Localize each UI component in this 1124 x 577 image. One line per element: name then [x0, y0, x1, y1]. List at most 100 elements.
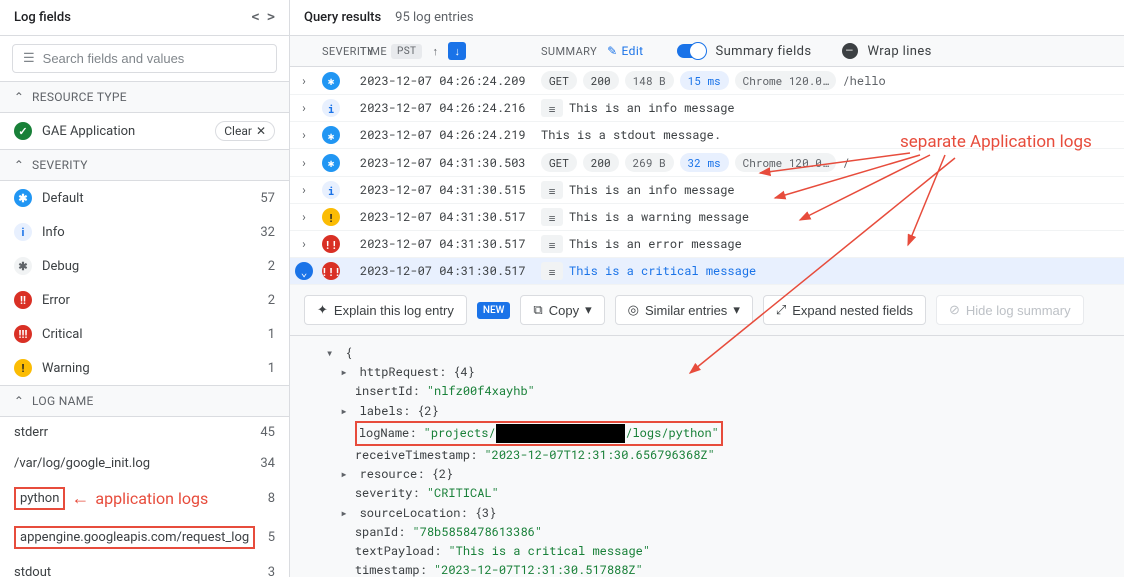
latency-pill: 15 ms [680, 71, 729, 90]
expand-icon[interactable]: › [300, 73, 307, 89]
expand-icon[interactable]: › [300, 236, 307, 252]
severity-item[interactable]: iInfo32 [0, 215, 289, 249]
message-text: This is a warning message [569, 209, 749, 225]
log-row[interactable]: › ✱ 2023-12-07 04:26:24.219 This is a stdou… [290, 122, 1124, 149]
logname-item[interactable]: python ← application logs8 [0, 479, 289, 518]
message-icon: ≡ [541, 99, 563, 117]
timestamp: 2023-12-07 04:26:24.209 [360, 73, 535, 89]
status-pill: 200 [583, 71, 619, 90]
summary-fields-toggle[interactable] [677, 44, 705, 58]
log-row[interactable]: ›i2023-12-07 04:31:30.515≡This is an inf… [290, 177, 1124, 204]
status-pill: 200 [583, 153, 619, 172]
section-resource-type[interactable]: ⌃ RESOURCE TYPE [0, 81, 289, 113]
expand-icon[interactable]: › [300, 182, 307, 198]
severity-item[interactable]: !!Error2 [0, 283, 289, 317]
timestamp: 2023-12-07 04:31:30.517 [360, 263, 535, 279]
log-row[interactable]: ›!!2023-12-07 04:31:30.517≡This is an er… [290, 231, 1124, 258]
clear-button[interactable]: Clear ✕ [215, 121, 275, 141]
message-icon: ≡ [541, 262, 563, 280]
wrap-lines-toggle[interactable]: — [842, 43, 858, 59]
message-text: This is an info message [569, 182, 735, 198]
caret-icon[interactable]: ▸ [340, 363, 352, 382]
log-row[interactable]: ›✱2023-12-07 04:31:30.503GET200269 B32 m… [290, 149, 1124, 177]
annotation-app-logs: application logs [95, 489, 208, 508]
logname-item[interactable]: appengine.googleapis.com/request_log5 [0, 518, 289, 557]
search-box[interactable]: ☰ [12, 44, 277, 73]
hide-summary-button[interactable]: ⊘Hide log summary [936, 295, 1084, 325]
sparkle-icon: ✦ [317, 302, 328, 318]
severity-item[interactable]: !Warning1 [0, 351, 289, 385]
col-time[interactable]: TIME PST ↑ ↓ [360, 42, 535, 60]
message-icon: ≡ [541, 235, 563, 253]
sort-desc-button[interactable]: ↓ [448, 42, 466, 60]
message-icon: ≡ [541, 181, 563, 199]
edit-button[interactable]: ✎Edit [607, 44, 643, 58]
expand-icon[interactable]: › [300, 155, 307, 171]
message-text: This is an info message [569, 100, 735, 116]
severity-item[interactable]: ✱Debug2 [0, 249, 289, 283]
collapse-icon[interactable]: ⌄ [295, 262, 313, 280]
expand-icon[interactable]: › [300, 209, 307, 225]
logname-item[interactable]: stderr45 [0, 417, 289, 448]
expand-icon: ⤢ [776, 302, 786, 318]
copy-button[interactable]: ⧉Copy ▾ [520, 295, 604, 325]
severity-icon: !!! [322, 262, 340, 280]
timestamp: 2023-12-07 04:31:30.517 [360, 209, 535, 225]
severity-icon: ✱ [14, 257, 32, 275]
results-header: Query results 95 log entries [290, 0, 1124, 36]
severity-icon: ✱ [322, 72, 340, 90]
highlighted-logname: python [14, 487, 65, 510]
log-row[interactable]: ›!2023-12-07 04:31:30.517≡This is a warn… [290, 204, 1124, 231]
timezone-badge: PST [391, 44, 422, 59]
severity-icon: !!! [14, 325, 32, 343]
eye-off-icon: ⊘ [949, 302, 960, 318]
expand-icon[interactable]: › [300, 127, 307, 143]
explain-button[interactable]: ✦Explain this log entry [304, 295, 467, 325]
severity-icon: !! [322, 235, 340, 253]
columns-header: SEVERITY TIME PST ↑ ↓ SUMMARY ✎Edit Summ… [290, 36, 1124, 67]
code-icon[interactable]: < > [252, 10, 275, 25]
url-text: /hello [842, 73, 885, 89]
similar-entries-button[interactable]: ◎Similar entries ▾ [615, 295, 753, 325]
agent-pill: Chrome 120.0… [735, 71, 837, 90]
severity-item[interactable]: !!!Critical1 [0, 317, 289, 351]
timestamp: 2023-12-07 04:26:24.219 [360, 127, 535, 143]
section-log-name[interactable]: ⌃ LOG NAME [0, 385, 289, 417]
timestamp: 2023-12-07 04:26:24.216 [360, 100, 535, 116]
logname-item[interactable]: /var/log/google_init.log34 [0, 448, 289, 479]
search-input[interactable] [43, 51, 266, 66]
close-icon: ✕ [256, 124, 266, 138]
log-row[interactable]: ›i2023-12-07 04:26:24.216≡This is an inf… [290, 95, 1124, 122]
expand-fields-button[interactable]: ⤢Expand nested fields [763, 295, 926, 325]
expand-icon[interactable]: › [300, 100, 307, 116]
log-row[interactable]: ›✱2023-12-07 04:26:24.209GET200148 B15 m… [290, 67, 1124, 95]
method-pill: GET [541, 71, 577, 90]
col-summary: SUMMARY [541, 45, 597, 58]
resource-type-item[interactable]: ✓ GAE Application Clear ✕ [0, 113, 289, 149]
timestamp: 2023-12-07 04:31:30.517 [360, 236, 535, 252]
caret-icon[interactable]: ▸ [340, 402, 352, 421]
caret-icon[interactable]: ▾ [326, 344, 338, 363]
severity-icon: ✱ [14, 189, 32, 207]
log-actions-bar: ✦Explain this log entry NEW ⧉Copy ▾ ◎Sim… [290, 285, 1124, 336]
sort-asc-button[interactable]: ↑ [426, 42, 444, 60]
highlighted-logname: appengine.googleapis.com/request_log [14, 526, 255, 549]
logname-highlight: logName: "projects/xxxxxxxxxxxxxxxxxx/lo… [355, 421, 723, 446]
logname-item[interactable]: stdout3 [0, 557, 289, 577]
severity-icon: !! [14, 291, 32, 309]
severity-icon: ✱ [322, 126, 340, 144]
entry-count: 95 log entries [395, 10, 473, 25]
caret-icon[interactable]: ▸ [340, 504, 352, 523]
severity-item[interactable]: ✱Default57 [0, 181, 289, 215]
url-text: / [842, 155, 849, 171]
check-icon: ✓ [14, 122, 32, 140]
message-text: This is a stdout message. [541, 127, 721, 143]
log-row[interactable]: ⌄!!!2023-12-07 04:31:30.517≡This is a cr… [290, 258, 1124, 285]
chevron-up-icon: ⌃ [14, 92, 24, 102]
severity-icon: ! [14, 359, 32, 377]
message-icon: ≡ [541, 208, 563, 226]
method-pill: GET [541, 153, 577, 172]
caret-icon[interactable]: ▸ [340, 465, 352, 484]
section-severity[interactable]: ⌃ SEVERITY [0, 149, 289, 181]
col-severity[interactable]: SEVERITY [318, 45, 360, 58]
